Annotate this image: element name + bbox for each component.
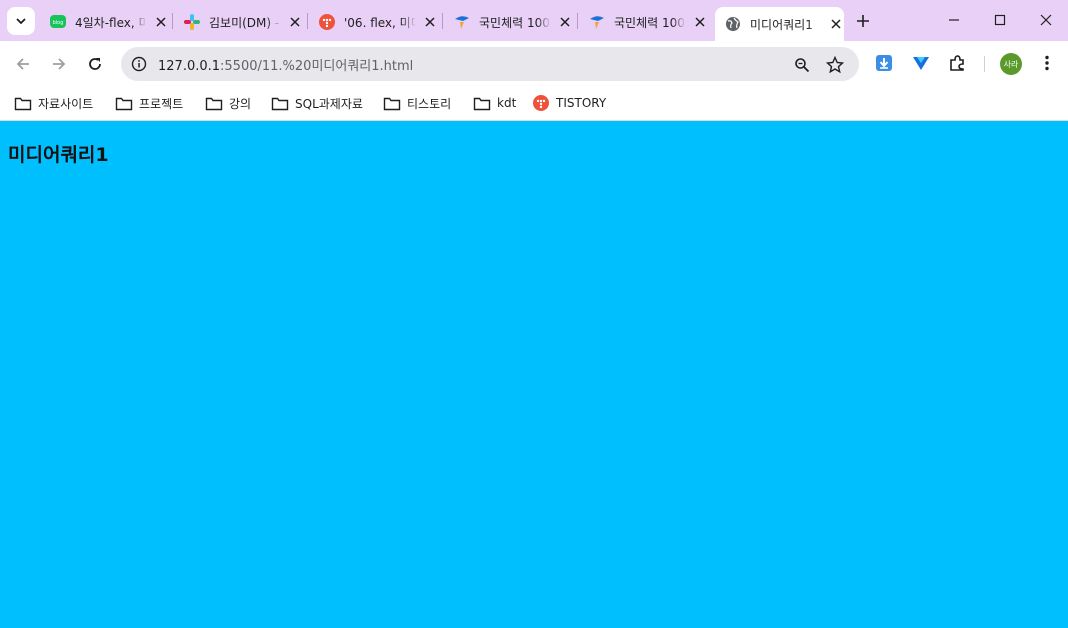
tistory-icon	[319, 14, 335, 30]
bookmark-star-icon[interactable]	[824, 54, 846, 76]
tab-label: 국민체력 100	[479, 15, 550, 30]
minimize-icon	[949, 19, 959, 21]
reload-icon	[89, 58, 101, 70]
fitness-icon	[454, 14, 470, 30]
tab-separator	[577, 13, 578, 29]
close-icon[interactable]	[422, 14, 438, 30]
maximize-button[interactable]	[987, 8, 1013, 32]
folder-icon	[473, 95, 491, 111]
bookmark-folder[interactable]: 강의	[205, 92, 251, 114]
globe-icon	[725, 16, 741, 32]
close-icon[interactable]	[287, 14, 303, 30]
tab-separator	[442, 13, 443, 29]
toolbar-separator	[984, 56, 985, 72]
bookmark-label: 프로젝트	[139, 96, 184, 111]
download-extension-icon[interactable]	[873, 52, 895, 74]
new-tab-button[interactable]	[851, 9, 875, 33]
url-host: 127.0.0.1	[158, 59, 221, 74]
tab-label: 김보미(DM) -	[209, 15, 280, 30]
bookmarks-bar: 자료사이트 프로젝트 강의 SQL과제자료 티스토리 kdt TISTORY	[0, 86, 1068, 121]
close-window-button[interactable]	[1033, 8, 1059, 32]
tab-fitness-1[interactable]: 국민체력 100	[444, 7, 579, 37]
zoom-icon[interactable]	[791, 54, 813, 76]
folder-icon	[205, 95, 223, 111]
close-icon[interactable]	[692, 14, 708, 30]
tab-label: 국민체력 100	[614, 15, 685, 30]
tab-label: 미디어쿼리1	[750, 17, 813, 32]
bookmark-label: 강의	[229, 96, 252, 111]
more-menu-icon[interactable]	[1036, 52, 1058, 74]
bookmark-label: TISTORY	[556, 96, 607, 110]
tab-search-button[interactable]	[7, 7, 35, 35]
profile-avatar[interactable]: 사라	[1000, 53, 1022, 75]
tab-separator	[172, 13, 173, 29]
vue-devtools-icon[interactable]	[910, 52, 932, 74]
address-bar[interactable]: 127.0.0.1:5500/11.%20미디어쿼리1.html	[121, 47, 859, 81]
folder-icon	[115, 95, 133, 111]
url-text[interactable]: 127.0.0.1:5500/11.%20미디어쿼리1.html	[158, 55, 413, 74]
tab-fitness-2[interactable]: 국민체력 100	[579, 7, 714, 37]
reload-button[interactable]	[82, 51, 108, 77]
bookmark-folder[interactable]: 티스토리	[383, 92, 451, 114]
browser-toolbar: 127.0.0.1:5500/11.%20미디어쿼리1.html 사라	[0, 41, 1068, 86]
page-content: 미디어쿼리1	[0, 122, 1068, 628]
extensions-puzzle-icon[interactable]	[946, 52, 968, 74]
url-path: :5500/11.%20미디어쿼리1.html	[220, 59, 414, 74]
bookmark-folder[interactable]: SQL과제자료	[271, 92, 363, 114]
tab-slack[interactable]: 김보미(DM) -	[174, 7, 309, 37]
bookmark-folder[interactable]: 자료사이트	[14, 92, 93, 114]
chevron-down-icon	[16, 18, 26, 25]
close-icon	[1040, 14, 1052, 26]
tab-strip: blog 4일차-flex, 미 김보미(DM) - '06. flex, 미디…	[0, 0, 1068, 41]
minimize-button[interactable]	[941, 8, 967, 32]
tab-blog[interactable]: blog 4일차-flex, 미	[40, 7, 175, 37]
bookmark-label: kdt	[497, 96, 517, 110]
close-icon[interactable]	[153, 14, 169, 30]
bookmark-folder[interactable]: kdt	[473, 92, 516, 114]
arrow-right-icon	[53, 58, 66, 70]
plus-icon	[857, 15, 869, 27]
slack-icon	[184, 14, 200, 30]
tab-label: 4일차-flex, 미	[75, 15, 147, 30]
close-icon[interactable]	[557, 14, 573, 30]
back-button[interactable]	[10, 51, 36, 77]
site-info-icon[interactable]	[129, 54, 149, 74]
tab-label: '06. flex, 미디	[344, 15, 416, 30]
folder-icon	[383, 95, 401, 111]
tistory-icon	[532, 95, 550, 111]
folder-icon	[271, 95, 289, 111]
fitness-icon	[589, 14, 605, 30]
page-heading: 미디어쿼리1	[8, 144, 109, 166]
close-icon[interactable]	[828, 16, 844, 32]
bookmark-link[interactable]: TISTORY	[532, 92, 606, 114]
forward-button[interactable]	[46, 51, 72, 77]
bookmark-label: 티스토리	[407, 96, 452, 111]
bookmark-folder[interactable]: 프로젝트	[115, 92, 183, 114]
tab-tistory[interactable]: '06. flex, 미디	[309, 7, 444, 37]
tab-media-query-active[interactable]: 미디어쿼리1	[715, 7, 844, 41]
bookmark-label: 자료사이트	[38, 96, 94, 111]
folder-icon	[14, 95, 32, 111]
svg-text:blog: blog	[53, 20, 64, 26]
arrow-left-icon	[16, 58, 29, 70]
bookmark-label: SQL과제자료	[295, 96, 363, 111]
blog-icon: blog	[50, 14, 66, 30]
tab-separator	[307, 13, 308, 29]
maximize-icon	[994, 14, 1006, 26]
